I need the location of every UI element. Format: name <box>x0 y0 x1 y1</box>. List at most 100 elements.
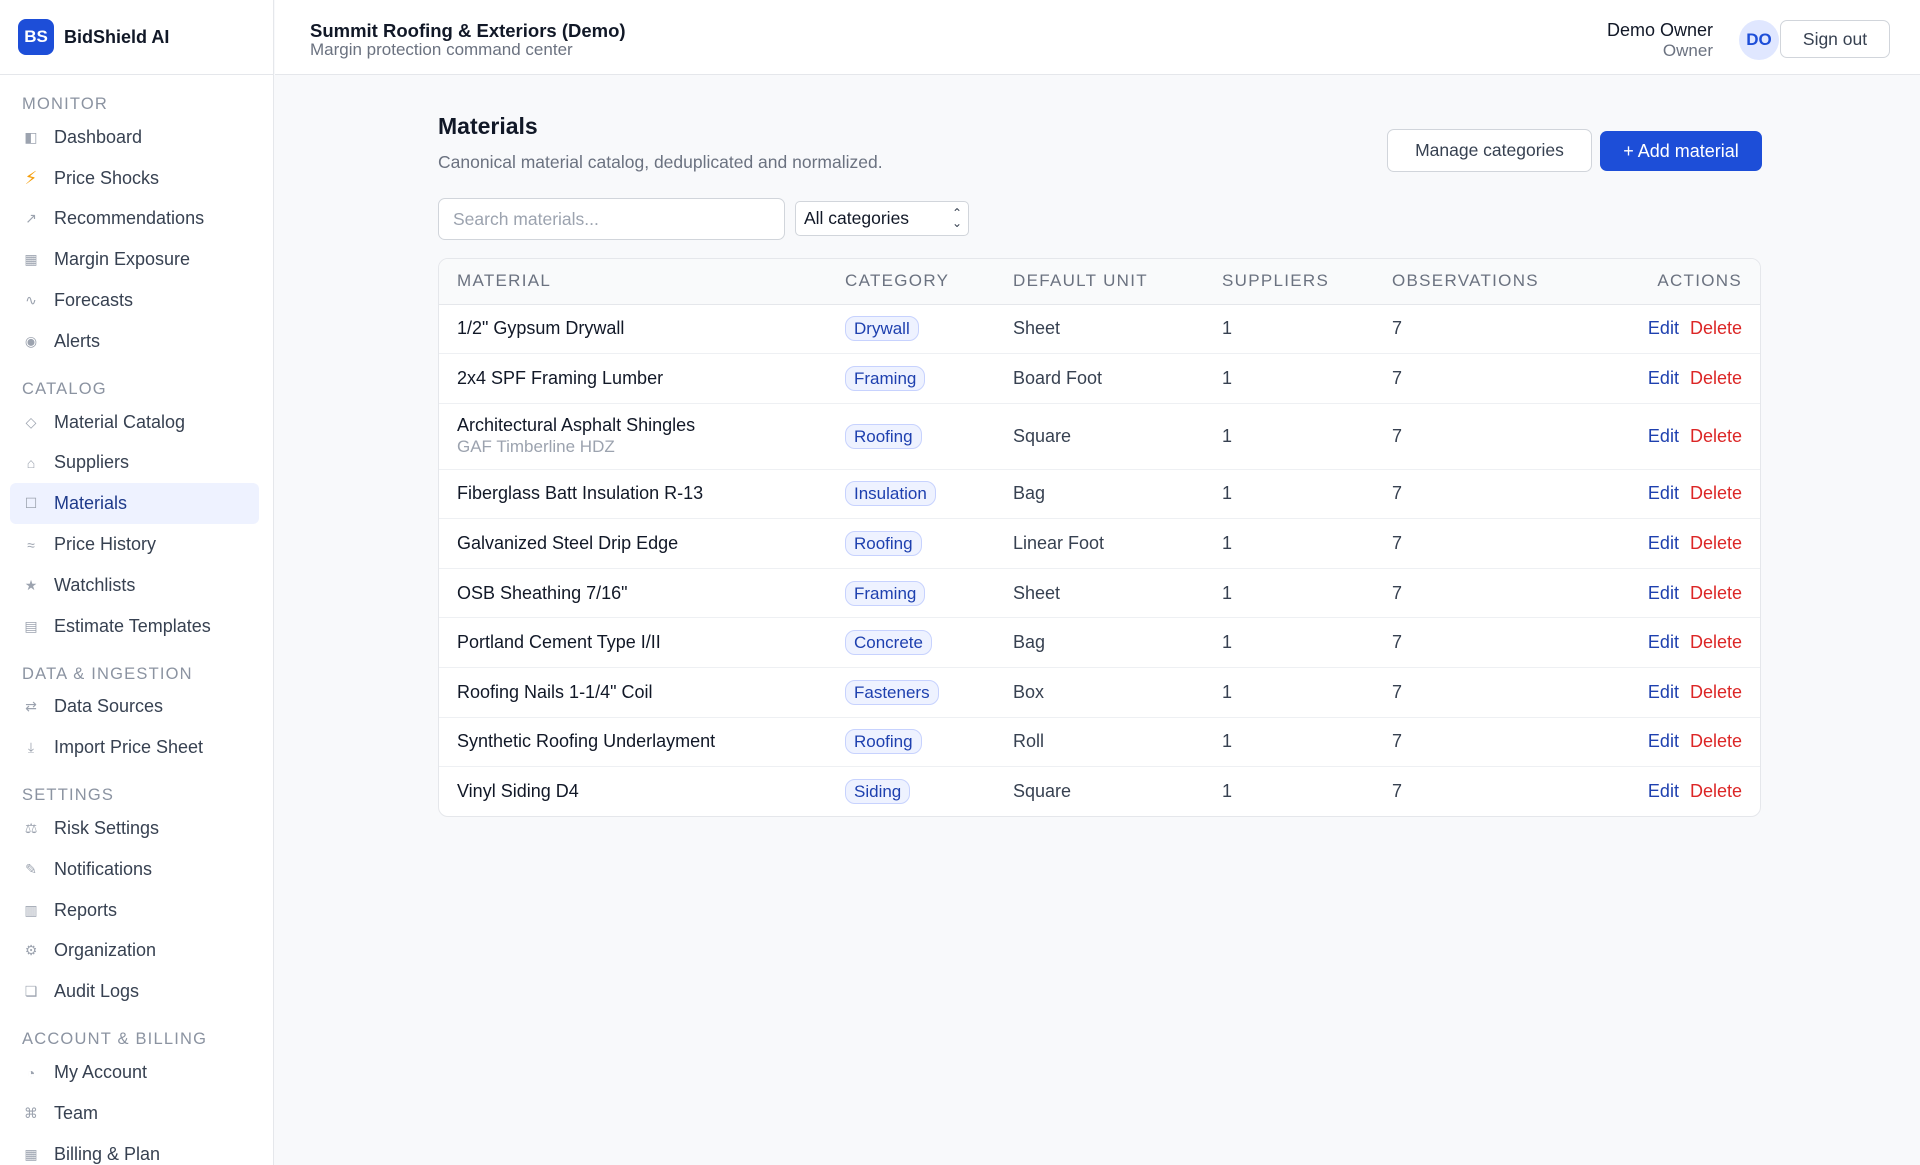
delete-button[interactable]: Delete <box>1690 368 1742 388</box>
page-title: Materials <box>438 113 538 139</box>
edit-button[interactable]: Edit <box>1648 781 1679 801</box>
edit-button[interactable]: Edit <box>1648 632 1679 652</box>
delete-button[interactable]: Delete <box>1690 731 1742 751</box>
nav-section-title: ACCOUNT & BILLING <box>22 1030 208 1049</box>
sidebar-item-import-price-sheet[interactable]: ⤓ Import Price Sheet <box>10 727 259 768</box>
nav-section: DATA & INGESTION ⇄ Data Sources ⤓ Import Pri… <box>0 659 273 769</box>
column-header-category[interactable]: CATEGORY <box>827 259 995 305</box>
actions-cell: Edit Delete <box>1590 354 1760 404</box>
sidebar-item-notifications[interactable]: ✎ Notifications <box>10 849 259 890</box>
material-name-cell: OSB Sheathing 7/16" <box>439 568 827 618</box>
material-name[interactable]: 1/2" Gypsum Drywall <box>457 318 624 338</box>
sidebar-item-margin-exposure[interactable]: ▦ Margin Exposure <box>10 239 259 280</box>
unit-cell: Square <box>1013 425 1072 446</box>
material-name[interactable]: 2x4 SPF Framing Lumber <box>457 368 663 388</box>
user-role: Owner <box>1662 41 1713 60</box>
delete-button[interactable]: Delete <box>1690 583 1742 603</box>
sidebar-item-materials[interactable]: ☐ Materials <box>10 483 259 525</box>
delete-button[interactable]: Delete <box>1690 483 1742 503</box>
edit-button[interactable]: Edit <box>1648 318 1679 338</box>
actions-cell: Edit Delete <box>1590 717 1760 767</box>
column-header-actions: ACTIONS <box>1589 259 1760 305</box>
edit-button[interactable]: Edit <box>1648 368 1679 388</box>
suppliers-cell: 1 <box>1222 533 1233 554</box>
delete-button[interactable]: Delete <box>1690 533 1742 553</box>
sidebar-item-label: Price History <box>54 534 157 555</box>
material-name-cell: Roofing Nails 1-1/4" Coil <box>439 668 827 718</box>
sidebar-item-forecasts[interactable]: ∿ Forecasts <box>10 280 259 321</box>
sidebar-item-label: Margin Exposure <box>54 249 191 270</box>
sidebar-item-price-shocks[interactable]: ⚡ Price Shocks <box>10 158 259 199</box>
actions-cell: Edit Delete <box>1590 568 1760 618</box>
search-input[interactable] <box>438 198 785 240</box>
sidebar-item-suppliers[interactable]: ⌂ Suppliers <box>10 443 259 484</box>
material-name[interactable]: Architectural Asphalt Shingles <box>457 415 695 435</box>
sidebar-item-label: Materials <box>54 493 128 514</box>
category-cell: Fasteners <box>827 668 995 718</box>
delete-button[interactable]: Delete <box>1690 781 1742 801</box>
add-material-button[interactable]: + Add material <box>1600 131 1762 171</box>
manage-categories-button[interactable]: Manage categories <box>1387 129 1592 172</box>
column-header-default-unit[interactable]: DEFAULT UNIT <box>995 259 1204 305</box>
category-cell: Concrete <box>827 618 995 668</box>
user-icon: ◔ <box>26 1064 36 1081</box>
table-row: Galvanized Steel Drip Edge Roofing Linea… <box>439 519 1760 569</box>
sidebar-item-organization[interactable]: ⚙ Organization <box>10 931 259 972</box>
edit-button[interactable]: Edit <box>1648 731 1679 751</box>
sign-out-button[interactable]: Sign out <box>1780 20 1890 58</box>
sidebar-item-billing-plan[interactable]: ▦ Billing & Plan <box>10 1134 259 1165</box>
sidebar-item-team[interactable]: ⌘ Team <box>10 1093 259 1134</box>
delete-button[interactable]: Delete <box>1690 318 1742 338</box>
edit-button[interactable]: Edit <box>1648 533 1679 553</box>
arrow-up-right-icon: ↗ <box>25 210 37 227</box>
column-header-material[interactable]: MATERIAL <box>439 259 827 305</box>
nav-section-title: DATA & INGESTION <box>22 664 193 683</box>
sidebar-item-material-catalog[interactable]: ◇ Material Catalog <box>10 402 259 443</box>
avatar[interactable]: DO <box>1739 20 1779 60</box>
column-header-observations[interactable]: OBSERVATIONS <box>1374 259 1590 305</box>
table-row: Portland Cement Type I/II Concrete Bag 1… <box>439 618 1760 668</box>
material-name[interactable]: Synthetic Roofing Underlayment <box>457 731 715 751</box>
category-select[interactable]: All categories ⌃ ⌄ <box>795 201 969 236</box>
edit-button[interactable]: Edit <box>1648 583 1679 603</box>
material-name[interactable]: Fiberglass Batt Insulation R-13 <box>457 483 703 503</box>
sidebar-item-watchlists[interactable]: ★ Watchlists <box>10 565 259 606</box>
sidebar-item-reports[interactable]: ▥ Reports <box>10 890 259 931</box>
delete-button[interactable]: Delete <box>1690 632 1742 652</box>
swap-icon: ⇄ <box>25 698 37 715</box>
delete-button[interactable]: Delete <box>1690 426 1742 446</box>
template-icon: ▤ <box>24 617 38 634</box>
edit-button[interactable]: Edit <box>1648 483 1679 503</box>
brand[interactable]: BS BidShield AI <box>0 0 273 75</box>
edit-button[interactable]: Edit <box>1648 682 1679 702</box>
delete-button[interactable]: Delete <box>1690 682 1742 702</box>
sidebar-item-dashboard[interactable]: ◧ Dashboard <box>10 117 259 158</box>
user-info: Demo Owner Owner <box>1607 20 1713 61</box>
actions-cell: Edit Delete <box>1590 668 1760 718</box>
material-name[interactable]: Galvanized Steel Drip Edge <box>457 533 678 553</box>
sidebar-item-recommendations[interactable]: ↗ Recommendations <box>10 199 259 240</box>
column-header-suppliers[interactable]: SUPPLIERS <box>1204 259 1374 305</box>
material-name[interactable]: Vinyl Siding D4 <box>457 781 579 801</box>
unit-cell: Board Foot <box>1013 367 1103 388</box>
sidebar-item-audit-logs[interactable]: ❏ Audit Logs <box>10 971 259 1012</box>
observations-cell: 7 <box>1392 367 1403 388</box>
material-name[interactable]: OSB Sheathing 7/16" <box>457 583 628 603</box>
brand-logo: BS <box>18 19 54 55</box>
sidebar-item-data-sources[interactable]: ⇄ Data Sources <box>10 687 259 728</box>
suppliers-cell: 1 <box>1222 367 1233 388</box>
category-badge: Insulation <box>845 481 936 507</box>
table-header-row: MATERIAL CATEGORY DEFAULT UNIT SUPPLIERS… <box>439 259 1760 305</box>
material-name[interactable]: Portland Cement Type I/II <box>457 632 661 652</box>
org-subtitle: Margin protection command center <box>310 40 573 59</box>
unit-cell: Box <box>1013 681 1045 702</box>
edit-button[interactable]: Edit <box>1648 426 1679 446</box>
material-name[interactable]: Roofing Nails 1-1/4" Coil <box>457 682 652 702</box>
category-badge: Framing <box>845 580 926 606</box>
sidebar-item-label: Recommendations <box>54 208 205 229</box>
sidebar-item-price-history[interactable]: ≈ Price History <box>10 524 259 565</box>
sidebar-item-my-account[interactable]: ◔ My Account <box>10 1052 259 1093</box>
sidebar-item-alerts[interactable]: ◉ Alerts <box>10 321 259 362</box>
sidebar-item-risk-settings[interactable]: ⚖ Risk Settings <box>10 808 259 849</box>
sidebar-item-estimate-templates[interactable]: ▤ Estimate Templates <box>10 606 259 647</box>
